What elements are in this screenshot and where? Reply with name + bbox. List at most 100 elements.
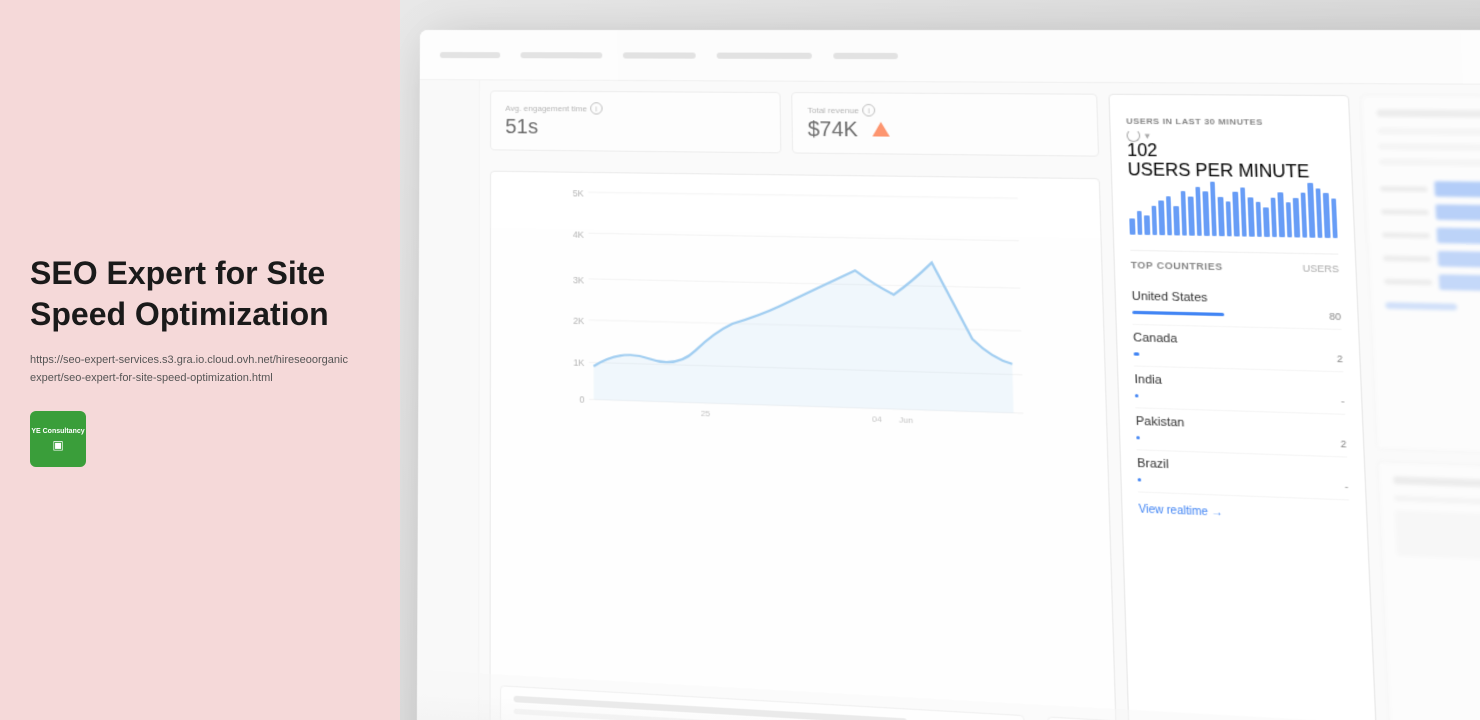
bar-15	[1232, 192, 1239, 237]
right-desc-4	[1394, 495, 1480, 510]
nav-logo	[440, 52, 500, 58]
bar-22	[1285, 202, 1292, 237]
country-bar-row-ca: 2	[1133, 348, 1343, 365]
country-count-br: -	[1344, 481, 1348, 492]
page-url: https://seo-expert-services.s3.gra.io.cl…	[30, 352, 370, 387]
country-item-br: Brazil -	[1137, 450, 1349, 500]
y-label-2k: 2K	[573, 316, 584, 327]
logo-badge: YE Consultancy ▣	[30, 411, 86, 467]
stat-value-revenue: $74K	[808, 118, 1082, 145]
bar-21	[1277, 192, 1284, 237]
view-realtime-link[interactable]: View realtime →	[1138, 504, 1349, 525]
bar-18	[1255, 202, 1262, 237]
line-chart-svg: 5K 4K 3K 2K 1K 0	[501, 182, 1095, 429]
h-bar-label-4	[1383, 255, 1431, 261]
country-bar-row-pk: 2	[1136, 432, 1347, 450]
bar-7	[1173, 206, 1179, 236]
right-card-1	[1361, 95, 1480, 460]
stat-label-engagement: Avg. engagement time i	[505, 102, 765, 116]
right-title-bar-1	[1377, 109, 1480, 118]
bar-1	[1129, 218, 1135, 234]
top-countries-label: TOP COUNTRIES	[1131, 260, 1223, 273]
top-countries-header: TOP COUNTRIES USERS	[1130, 250, 1339, 279]
nav-item-4	[833, 52, 898, 58]
bar-16	[1240, 187, 1247, 237]
h-bar-label-3	[1382, 232, 1430, 238]
refresh-icon[interactable]	[1126, 129, 1140, 142]
bar-12	[1210, 182, 1217, 236]
stats-row: Avg. engagement time i 51s Total revenue…	[490, 90, 1099, 167]
y-label-4k: 4K	[573, 229, 584, 240]
right-card-2	[1377, 461, 1480, 720]
right-desc-3	[1379, 159, 1480, 168]
info-icon-revenue: i	[862, 104, 875, 117]
dashboard-sidebar	[417, 80, 480, 720]
left-panel: SEO Expert for Site Speed Optimization h…	[0, 0, 400, 720]
logo-text: YE Consultancy	[31, 427, 84, 436]
screenshot-area: Avg. engagement time i 51s Total revenue…	[400, 0, 1480, 720]
country-item-in: India -	[1134, 367, 1345, 415]
h-bar-fill-5	[1439, 274, 1480, 291]
bar-11	[1202, 191, 1209, 236]
users-count: 102	[1127, 142, 1335, 164]
bar-23	[1293, 197, 1300, 237]
bar-25	[1307, 183, 1315, 238]
h-bar-row-1	[1380, 180, 1480, 199]
bar-3	[1144, 215, 1150, 235]
country-bar-pk	[1136, 435, 1140, 438]
x-label-jun: Jun	[899, 415, 913, 425]
h-bar-fill-1	[1434, 181, 1480, 199]
warning-icon	[872, 119, 890, 142]
dashboard-main: Avg. engagement time i 51s Total revenue…	[479, 80, 1480, 720]
page-title: SEO Expert for Site Speed Optimization	[30, 253, 370, 336]
country-bar-us	[1132, 310, 1224, 315]
dropdown-arrow[interactable]: ▾	[1145, 130, 1151, 142]
bar-8	[1180, 191, 1187, 236]
h-bar-label-1	[1380, 185, 1428, 191]
y-label-3k: 3K	[573, 275, 584, 286]
h-bar-fill-2	[1435, 204, 1480, 222]
nav-item-2	[623, 52, 696, 58]
country-count-in: -	[1341, 396, 1345, 407]
dashboard: Avg. engagement time i 51s Total revenue…	[417, 30, 1480, 720]
users-per-min-chart	[1128, 181, 1338, 238]
view-all-btn	[1385, 302, 1457, 310]
country-count-ca: 2	[1337, 353, 1343, 364]
bar-6	[1165, 196, 1171, 236]
y-label-5k: 5K	[573, 188, 584, 198]
h-bar-row-2	[1381, 204, 1480, 224]
h-bar-label-5	[1384, 278, 1432, 285]
bar-19	[1263, 207, 1269, 237]
dashboard-center: Avg. engagement time i 51s Total revenue…	[489, 90, 1119, 720]
dashboard-body: Avg. engagement time i 51s Total revenue…	[417, 80, 1480, 720]
dashboard-right-panel	[1361, 95, 1480, 720]
h-bar-row-5	[1384, 273, 1480, 294]
country-item-pk: Pakistan 2	[1135, 408, 1347, 457]
y-label-0: 0	[579, 394, 584, 405]
dashboard-screenshot: Avg. engagement time i 51s Total revenue…	[417, 30, 1480, 720]
bar-26	[1315, 188, 1322, 238]
bar-28	[1331, 198, 1338, 238]
h-bar-fill-3	[1436, 228, 1480, 246]
line-chart-fill	[593, 256, 1013, 413]
country-bar-in	[1135, 393, 1139, 396]
country-bar-row-in: -	[1135, 390, 1345, 407]
right-chart-placeholder	[1395, 510, 1480, 568]
top-countries-users-col: USERS	[1302, 263, 1339, 275]
bar-10	[1195, 186, 1202, 236]
right-title-bar-2	[1393, 476, 1480, 491]
realtime-header-text: USERS IN LAST 30 MINUTES	[1126, 116, 1263, 127]
country-count-us: 80	[1329, 311, 1341, 322]
nav-item-1	[521, 52, 603, 58]
right-desc-1	[1377, 128, 1480, 137]
h-bar-row-3	[1382, 227, 1480, 247]
country-item-ca: Canada 2	[1133, 325, 1344, 372]
country-name-ca: Canada	[1133, 331, 1343, 350]
realtime-panel-header: USERS IN LAST 30 MINUTES ▾	[1126, 110, 1334, 144]
country-name-us: United States	[1132, 290, 1341, 308]
users-per-min-label: USERS PER MINUTE	[1127, 161, 1335, 183]
x-label-date: 04	[872, 414, 883, 424]
stat-value-engagement: 51s	[505, 116, 765, 142]
h-bar-fill-4	[1438, 251, 1480, 268]
h-bar-label-2	[1381, 209, 1429, 215]
